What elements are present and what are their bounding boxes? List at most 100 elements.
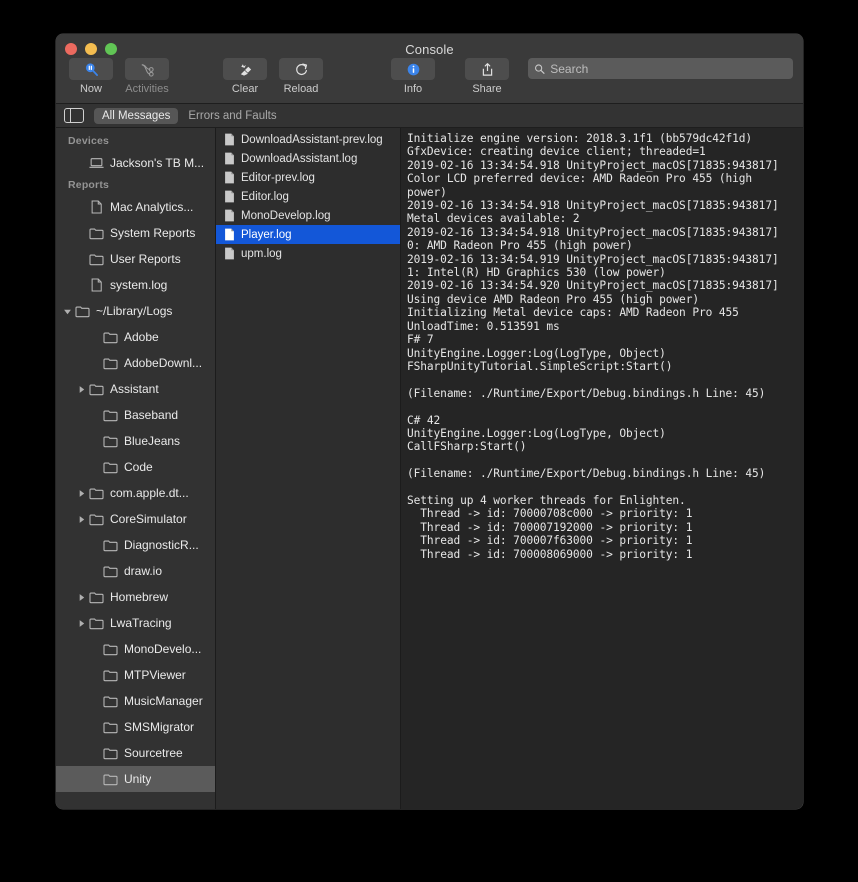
sidebar-item-mtpviewer[interactable]: MTPViewer [56,662,215,688]
sidebar-item-label: Sourcetree [124,746,183,760]
document-icon [88,278,105,292]
toolbar-button-clear[interactable]: Clear [220,58,270,95]
folder-icon [103,748,118,759]
clear-icon [240,63,251,76]
disclosure-triangle[interactable] [74,619,88,628]
log-file-icon [224,171,234,184]
file-list-item-label: DownloadAssistant.log [241,152,358,165]
window-toolbar: Console Now Activities Clear Reload Info… [56,34,803,104]
folder-icon [88,383,105,396]
reload-icon-wrap [279,58,323,80]
folder-icon [102,643,119,656]
sidebar-item-bluejeans[interactable]: BlueJeans [56,428,215,454]
file-list-item[interactable]: DownloadAssistant.log [216,149,400,168]
log-file-icon [222,209,236,222]
folder-icon [103,332,118,343]
sidebar-item-com-apple-dt[interactable]: com.apple.dt... [56,480,215,506]
sidebar-item-label: MTPViewer [124,668,186,682]
disclosure-triangle[interactable] [60,307,74,316]
tab-errors-and-faults[interactable]: Errors and Faults [180,108,284,124]
file-list: DownloadAssistant-prev.log DownloadAssist… [216,128,401,809]
log-file-icon [222,133,236,146]
toolbar-button-info[interactable]: Info [388,58,438,95]
toolbar-label-clear: Clear [231,83,259,95]
sidebar-item-sourcetree[interactable]: Sourcetree [56,740,215,766]
sidebar-item-adobe[interactable]: Adobe [56,324,215,350]
content-panes: Devices Jackson's TB M... Reports Mac Analy… [56,128,803,809]
file-list-item[interactable]: Editor-prev.log [216,168,400,187]
sidebar-toggle-icon[interactable] [64,108,84,123]
folder-icon [89,514,104,525]
file-list-item[interactable]: MonoDevelop.log [216,206,400,225]
file-list-item-label: Editor.log [241,190,289,203]
tab-all-messages[interactable]: All Messages [94,107,179,124]
sidebar-item-coresimulator[interactable]: CoreSimulator [56,506,215,532]
log-file-icon [224,190,234,203]
sidebar-item-system-log[interactable]: system.log [56,272,215,298]
sidebar-item-code[interactable]: Code [56,454,215,480]
log-viewer[interactable]: Initialize engine version: 2018.3.1f1 (b… [401,128,803,809]
toolbar-label-reload: Reload [283,83,319,95]
laptop-icon [89,158,104,168]
toolbar-button-share[interactable]: Share [462,58,512,95]
sidebar-item-label: SMSMigrator [124,720,195,734]
file-list-item[interactable]: DownloadAssistant-prev.log [216,130,400,149]
log-file-icon [224,152,234,165]
sidebar-item-unity[interactable]: Unity [56,766,215,792]
search-input[interactable] [550,61,787,76]
toolbar-button-activities[interactable]: Activities [122,58,172,95]
sidebar-item-baseband[interactable]: Baseband [56,402,215,428]
search-field[interactable] [528,58,793,79]
toolbar-label-now: Now [79,83,102,95]
file-list-item[interactable]: upm.log [216,244,400,263]
sidebar-item-library-logs[interactable]: ~/Library/Logs [56,298,215,324]
pause-search-icon [85,62,98,76]
sidebar-item-mac-analytics[interactable]: Mac Analytics... [56,194,215,220]
disclosure-triangle[interactable] [74,385,88,394]
folder-icon [102,461,119,474]
sidebar-item-assistant[interactable]: Assistant [56,376,215,402]
sidebar-item-label: CoreSimulator [110,512,187,526]
disclosure-triangle[interactable] [74,593,88,602]
folder-icon [89,384,104,395]
toolbar-label-info: Info [403,83,423,95]
chevron-right-icon [79,489,84,497]
toolbar-items: Now Activities Clear Reload Info Share S… [56,58,803,104]
sidebar-item-label: system.log [110,278,168,292]
file-list-item-label: DownloadAssistant-prev.log [241,133,383,146]
folder-icon [102,331,119,344]
folder-icon [89,618,104,629]
sidebar-item-adobedownl[interactable]: AdobeDownl... [56,350,215,376]
file-list-item[interactable]: Editor.log [216,187,400,206]
folder-icon [103,462,118,473]
sidebar-item-label: Mac Analytics... [110,200,194,214]
chevron-down-icon [63,309,71,314]
sidebar-item-diagnosticr[interactable]: DiagnosticR... [56,532,215,558]
toolbar-button-reload[interactable]: Reload [276,58,326,95]
sidebar-item-label: Baseband [124,408,179,422]
sidebar-item-label: LwaTracing [110,616,172,630]
sidebar-item-label: Code [124,460,153,474]
sidebar-item-label: Assistant [110,382,159,396]
sidebar-item-homebrew[interactable]: Homebrew [56,584,215,610]
sidebar-item-lwatracing[interactable]: LwaTracing [56,610,215,636]
sidebar-section-header: Devices [68,135,110,147]
sidebar-item-label: Adobe [124,330,159,344]
sidebar-item-smsmigrator[interactable]: SMSMigrator [56,714,215,740]
document-icon [91,200,102,214]
sidebar-item-label: MusicManager [124,694,203,708]
disclosure-triangle[interactable] [74,489,88,498]
sidebar-item-jackson-s-tb-m[interactable]: Jackson's TB M... [56,150,215,176]
document-icon [88,200,105,214]
sidebar-item-user-reports[interactable]: User Reports [56,246,215,272]
toolbar-button-now[interactable]: Now [66,58,116,95]
sidebar-item-monodevelo[interactable]: MonoDevelo... [56,636,215,662]
activities-icon [141,63,154,77]
folder-icon [102,565,119,578]
sidebar-item-draw-io[interactable]: draw.io [56,558,215,584]
sidebar-item-musicmanager[interactable]: MusicManager [56,688,215,714]
sidebar-item-system-reports[interactable]: System Reports [56,220,215,246]
file-list-item[interactable]: Player.log [216,225,400,244]
disclosure-triangle[interactable] [74,515,88,524]
folder-icon [102,695,119,708]
